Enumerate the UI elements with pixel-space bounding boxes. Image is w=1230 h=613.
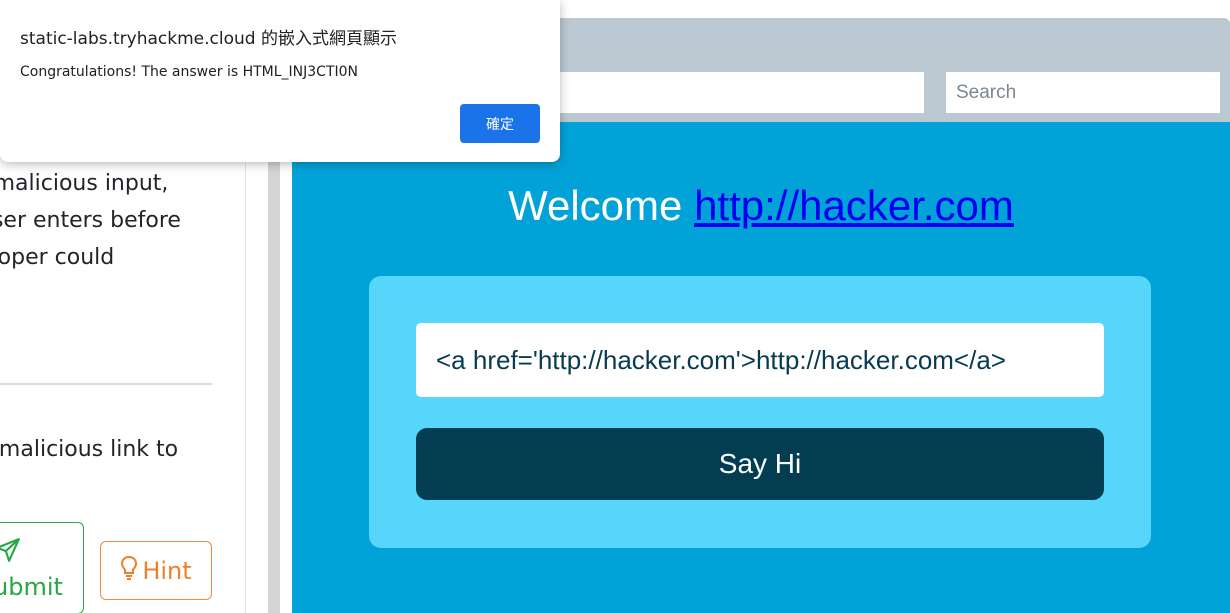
hint-label: Hint	[142, 556, 192, 585]
search-input[interactable]: Search	[946, 72, 1220, 113]
question-text: n malicious link to	[0, 437, 179, 462]
task-text-line-3: eloper could	[0, 245, 115, 270]
greeting-card: <a href='http://hacker.com'>http://hacke…	[369, 276, 1151, 548]
lightbulb-icon	[120, 555, 138, 587]
paper-plane-icon	[0, 537, 21, 567]
task-text-line-2: user enters before	[0, 208, 181, 233]
alert-ok-button[interactable]: 確定	[460, 104, 540, 143]
hint-button[interactable]: Hint	[100, 541, 212, 600]
welcome-link[interactable]: http://hacker.com	[694, 182, 1014, 229]
alert-dialog: static-labs.tryhackme.cloud 的嵌入式網頁顯示 Con…	[0, 0, 560, 162]
submit-label: ubmit	[0, 573, 63, 601]
task-text-line-1: t malicious input,	[0, 171, 169, 196]
say-hi-button[interactable]: Say Hi	[416, 428, 1104, 500]
welcome-heading: Welcome http://hacker.com	[292, 182, 1230, 230]
alert-message: Congratulations! The answer is HTML_INJ3…	[20, 64, 359, 80]
section-divider	[0, 383, 212, 385]
alert-title: static-labs.tryhackme.cloud 的嵌入式網頁顯示	[20, 29, 397, 49]
welcome-text: Welcome	[508, 182, 695, 229]
name-input[interactable]: <a href='http://hacker.com'>http://hacke…	[416, 323, 1104, 397]
submit-button[interactable]: ubmit	[0, 522, 84, 613]
site-viewport: Welcome http://hacker.com <a href='http:…	[292, 122, 1230, 613]
